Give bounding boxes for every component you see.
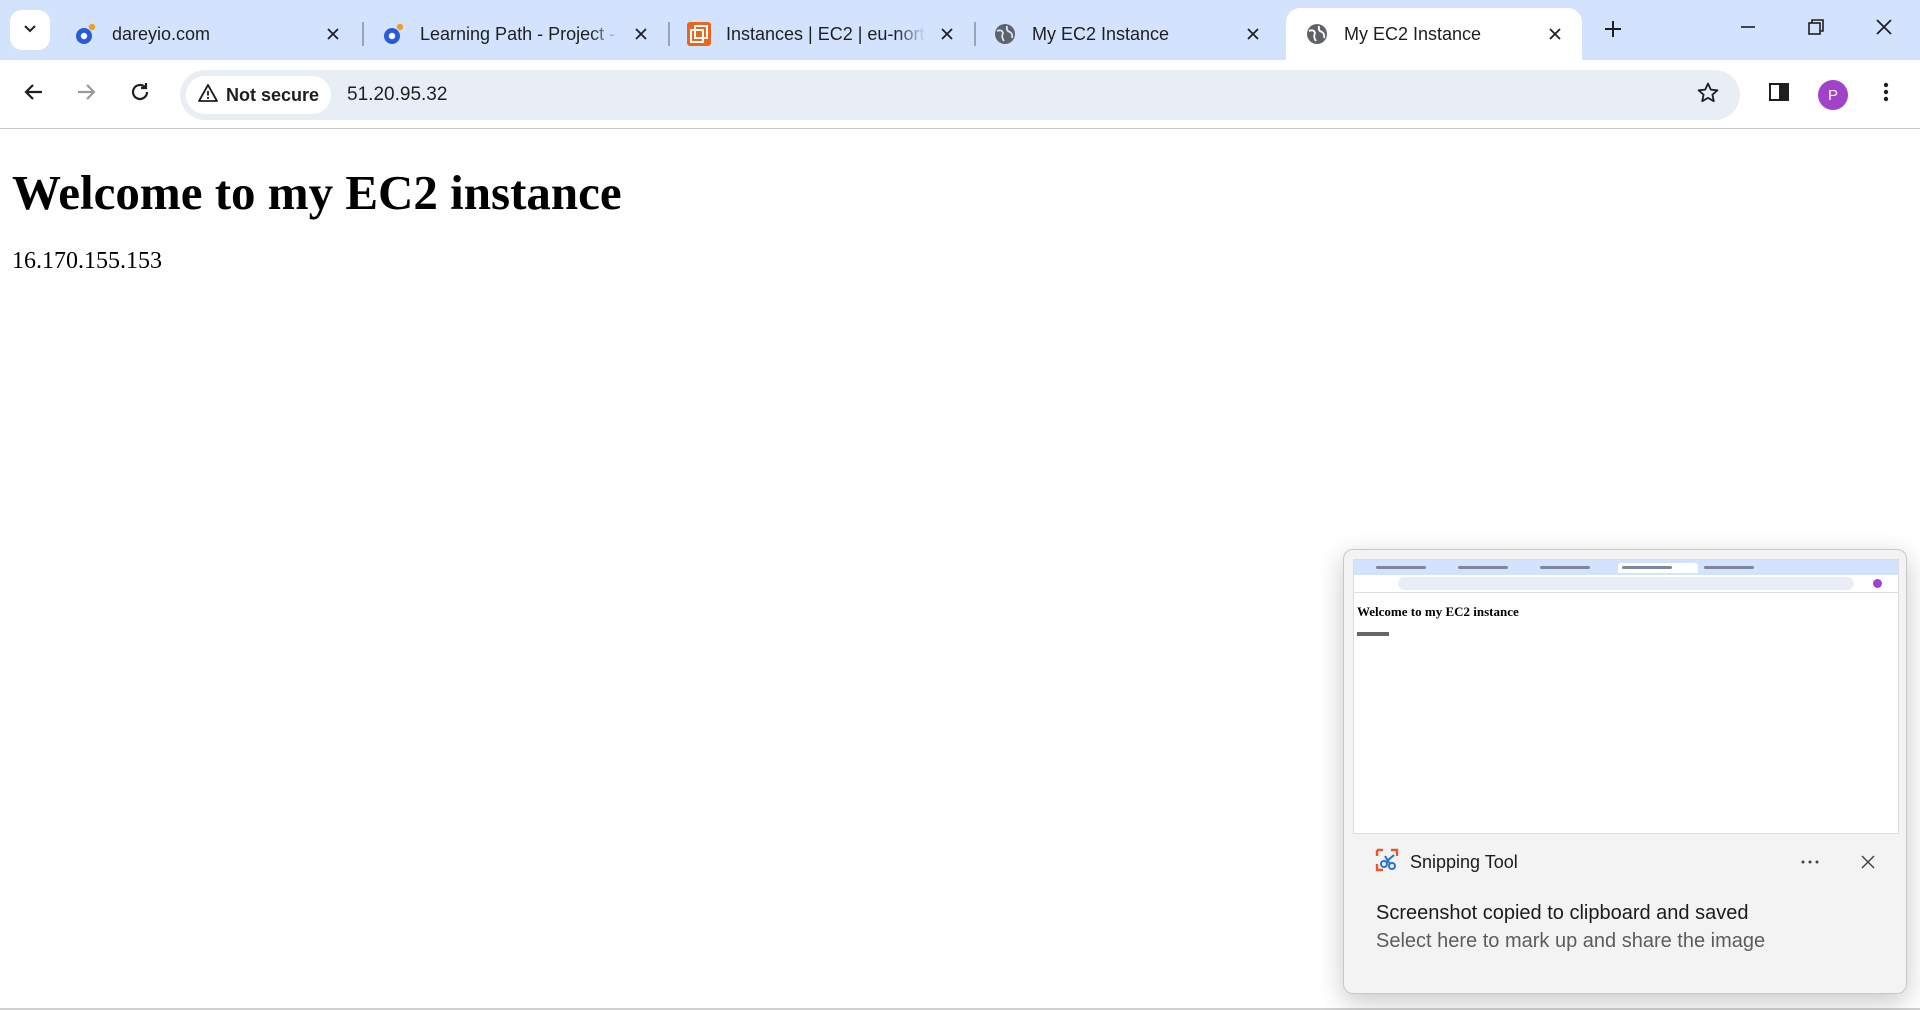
- close-icon[interactable]: [320, 21, 346, 47]
- restore-button[interactable]: [1782, 6, 1850, 52]
- browser-menu-button[interactable]: [1866, 74, 1906, 114]
- tab-strip: dareyio.com Learning Path - Project - In…: [0, 0, 1920, 60]
- warning-triangle-icon: [198, 83, 218, 108]
- side-panel-button[interactable]: [1759, 74, 1799, 114]
- reload-button[interactable]: [120, 74, 160, 114]
- snipping-tool-notification[interactable]: Welcome to my EC2 instance Snipping Tool…: [1343, 549, 1907, 994]
- ip-address-text: 16.170.155.153: [12, 248, 162, 274]
- star-icon: [1696, 81, 1720, 110]
- tab-learning-path[interactable]: Learning Path - Project -: [362, 8, 668, 60]
- toast-message: Screenshot copied to clipboard and saved: [1376, 902, 1749, 924]
- side-panel-icon: [1768, 81, 1790, 108]
- thumbnail-tabstrip: [1354, 560, 1898, 575]
- snipping-tool-icon: [1374, 847, 1400, 878]
- dismiss-notification-button[interactable]: [1852, 846, 1884, 878]
- browser-toolbar: Not secure 51.20.95.32: [0, 60, 1920, 129]
- minimize-button[interactable]: [1714, 6, 1782, 52]
- close-icon[interactable]: [628, 21, 654, 47]
- toast-header: Snipping Tool: [1374, 846, 1884, 878]
- close-icon[interactable]: [934, 21, 960, 47]
- arrow-right-icon: [75, 81, 97, 108]
- profile-avatar[interactable]: P: [1818, 80, 1848, 110]
- plus-icon: [1603, 19, 1623, 44]
- tab-my-ec2-instance-active[interactable]: My EC2 Instance: [1286, 8, 1582, 60]
- toast-sub-message: Select here to mark up and share the ima…: [1376, 930, 1766, 952]
- thumbnail-heading: Welcome to my EC2 instance: [1357, 604, 1519, 619]
- globe-icon: [1304, 21, 1330, 47]
- close-icon[interactable]: [1240, 21, 1266, 47]
- tab-title: My EC2 Instance: [1344, 23, 1482, 44]
- dareyio-logo-icon: [380, 21, 406, 47]
- tab-title: dareyio.com: [112, 23, 211, 44]
- tab-search-button[interactable]: [10, 10, 50, 50]
- close-icon: [1874, 17, 1894, 42]
- minimize-icon: [1739, 18, 1757, 41]
- tab-ec2-instances[interactable]: Instances | EC2 | eu-north: [668, 8, 974, 60]
- tab-title: My EC2 Instance: [1032, 23, 1170, 44]
- chevron-down-icon: [21, 19, 39, 42]
- bookmark-button[interactable]: [1688, 75, 1728, 115]
- tab-title: Learning Path - Project -: [420, 23, 616, 44]
- close-icon[interactable]: [1542, 21, 1568, 47]
- address-bar[interactable]: Not secure 51.20.95.32: [180, 70, 1740, 120]
- dareyio-logo-icon: [72, 21, 98, 47]
- thumbnail-toolbar: [1354, 575, 1898, 593]
- site-info-chip[interactable]: Not secure: [186, 76, 332, 114]
- close-window-button[interactable]: [1850, 6, 1918, 52]
- aws-ec2-icon: [686, 21, 712, 47]
- reload-icon: [129, 81, 151, 108]
- screenshot-thumbnail[interactable]: Welcome to my EC2 instance: [1353, 559, 1899, 834]
- forward-button[interactable]: [66, 74, 106, 114]
- toast-app-name: Snipping Tool: [1410, 851, 1518, 872]
- globe-icon: [992, 21, 1018, 47]
- restore-icon: [1807, 18, 1825, 41]
- back-button[interactable]: [14, 74, 54, 114]
- thumbnail-text-line: [1357, 632, 1389, 636]
- tab-my-ec2-instance[interactable]: My EC2 Instance: [974, 8, 1280, 60]
- security-label: Not secure: [226, 84, 320, 105]
- tab-title: Instances | EC2 | eu-north: [726, 23, 926, 44]
- arrow-left-icon: [23, 81, 45, 108]
- page-heading: Welcome to my EC2 instance: [12, 165, 622, 220]
- url-text[interactable]: 51.20.95.32: [347, 84, 1688, 106]
- new-tab-button[interactable]: [1594, 14, 1632, 48]
- more-options-button[interactable]: [1792, 846, 1828, 878]
- kebab-menu-icon: [1882, 81, 1890, 108]
- tab-dareyio[interactable]: dareyio.com: [54, 8, 360, 60]
